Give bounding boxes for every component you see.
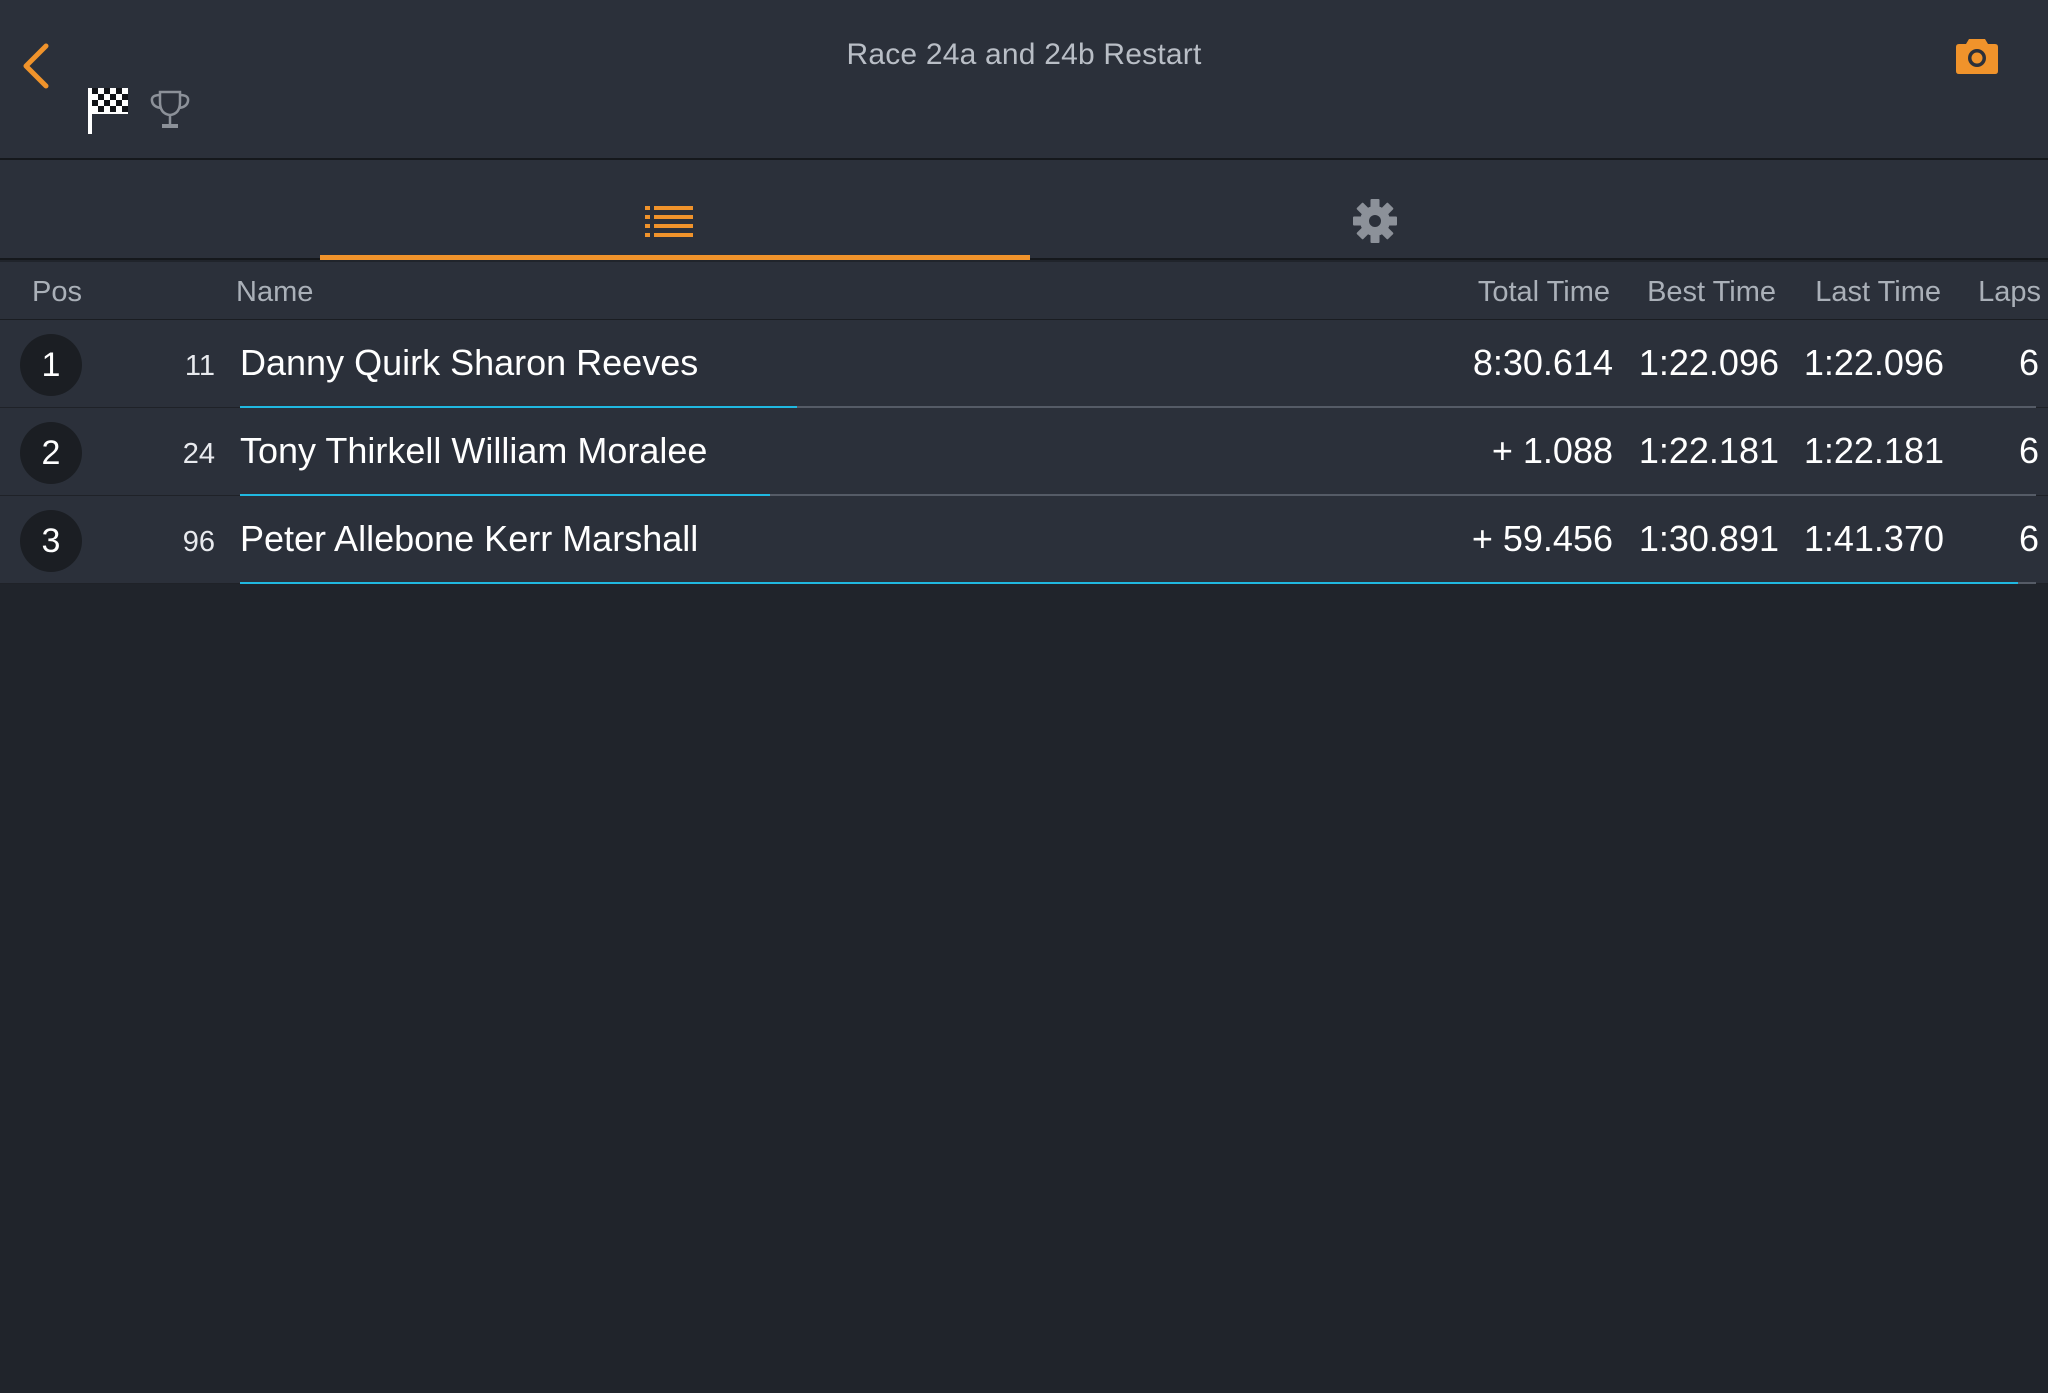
best-time: 1:22.181 — [1638, 430, 1779, 471]
tab-bar — [0, 160, 2048, 260]
car-number: 24 — [182, 438, 215, 470]
gear-icon — [1353, 199, 1397, 243]
position-badge: 3 — [20, 510, 82, 572]
laps: 6 — [2018, 342, 2039, 383]
last-time: 1:41.370 — [1803, 518, 1944, 559]
tab-settings[interactable] — [1030, 160, 1740, 260]
column-header-best-time[interactable]: Best Time — [1647, 276, 1776, 309]
screenshot-button[interactable] — [1954, 34, 2000, 76]
table-row[interactable]: 3 96 Peter Allebone Kerr Marshall + 59.4… — [0, 496, 2048, 584]
best-time: 1:30.891 — [1638, 518, 1779, 559]
position-badge: 1 — [20, 334, 82, 396]
laps: 6 — [2018, 430, 2039, 471]
race-title: Race 24a and 24b Restart — [846, 38, 1202, 71]
tab-classification[interactable] — [320, 160, 1030, 260]
car-number: 11 — [184, 350, 215, 382]
driver-names: Peter Allebone Kerr Marshall — [240, 518, 699, 559]
best-time: 1:22.096 — [1638, 342, 1779, 383]
position-badge: 2 — [20, 422, 82, 484]
list-icon — [645, 206, 693, 237]
header-bar: Race 24a and 24b Restart — [0, 0, 2048, 160]
column-header-name[interactable]: Name — [236, 276, 313, 309]
column-header-pos[interactable]: Pos — [32, 276, 82, 309]
total-time: 8:30.614 — [1472, 342, 1613, 383]
last-time: 1:22.096 — [1803, 342, 1944, 383]
total-time: + 59.456 — [1471, 518, 1613, 559]
laps: 6 — [2018, 518, 2039, 559]
column-header-last-time[interactable]: Last Time — [1815, 276, 1941, 309]
checkered-flag-icon[interactable] — [86, 84, 132, 136]
trophy-icon[interactable] — [148, 88, 192, 132]
lap-progress-fill — [240, 582, 2019, 584]
column-header-total-time[interactable]: Total Time — [1478, 276, 1610, 309]
results-table: 1 11 Danny Quirk Sharon Reeves 8:30.614 … — [0, 320, 2048, 584]
table-header: Pos Name Total Time Best Time Last Time … — [0, 262, 2048, 320]
driver-names: Tony Thirkell William Moralee — [240, 430, 708, 471]
live-timing-screen: Race 24a and 24b Restart Pos Name Total … — [0, 0, 2048, 1393]
table-row[interactable]: 2 24 Tony Thirkell William Moralee + 1.0… — [0, 408, 2048, 496]
driver-names: Danny Quirk Sharon Reeves — [240, 342, 699, 383]
total-time: + 1.088 — [1491, 430, 1613, 471]
column-header-laps[interactable]: Laps — [1978, 276, 2041, 309]
camera-icon — [1956, 39, 1998, 74]
table-row[interactable]: 1 11 Danny Quirk Sharon Reeves 8:30.614 … — [0, 320, 2048, 408]
car-number: 96 — [182, 526, 215, 558]
lap-progress-bar — [240, 582, 2036, 584]
last-time: 1:22.181 — [1803, 430, 1944, 471]
